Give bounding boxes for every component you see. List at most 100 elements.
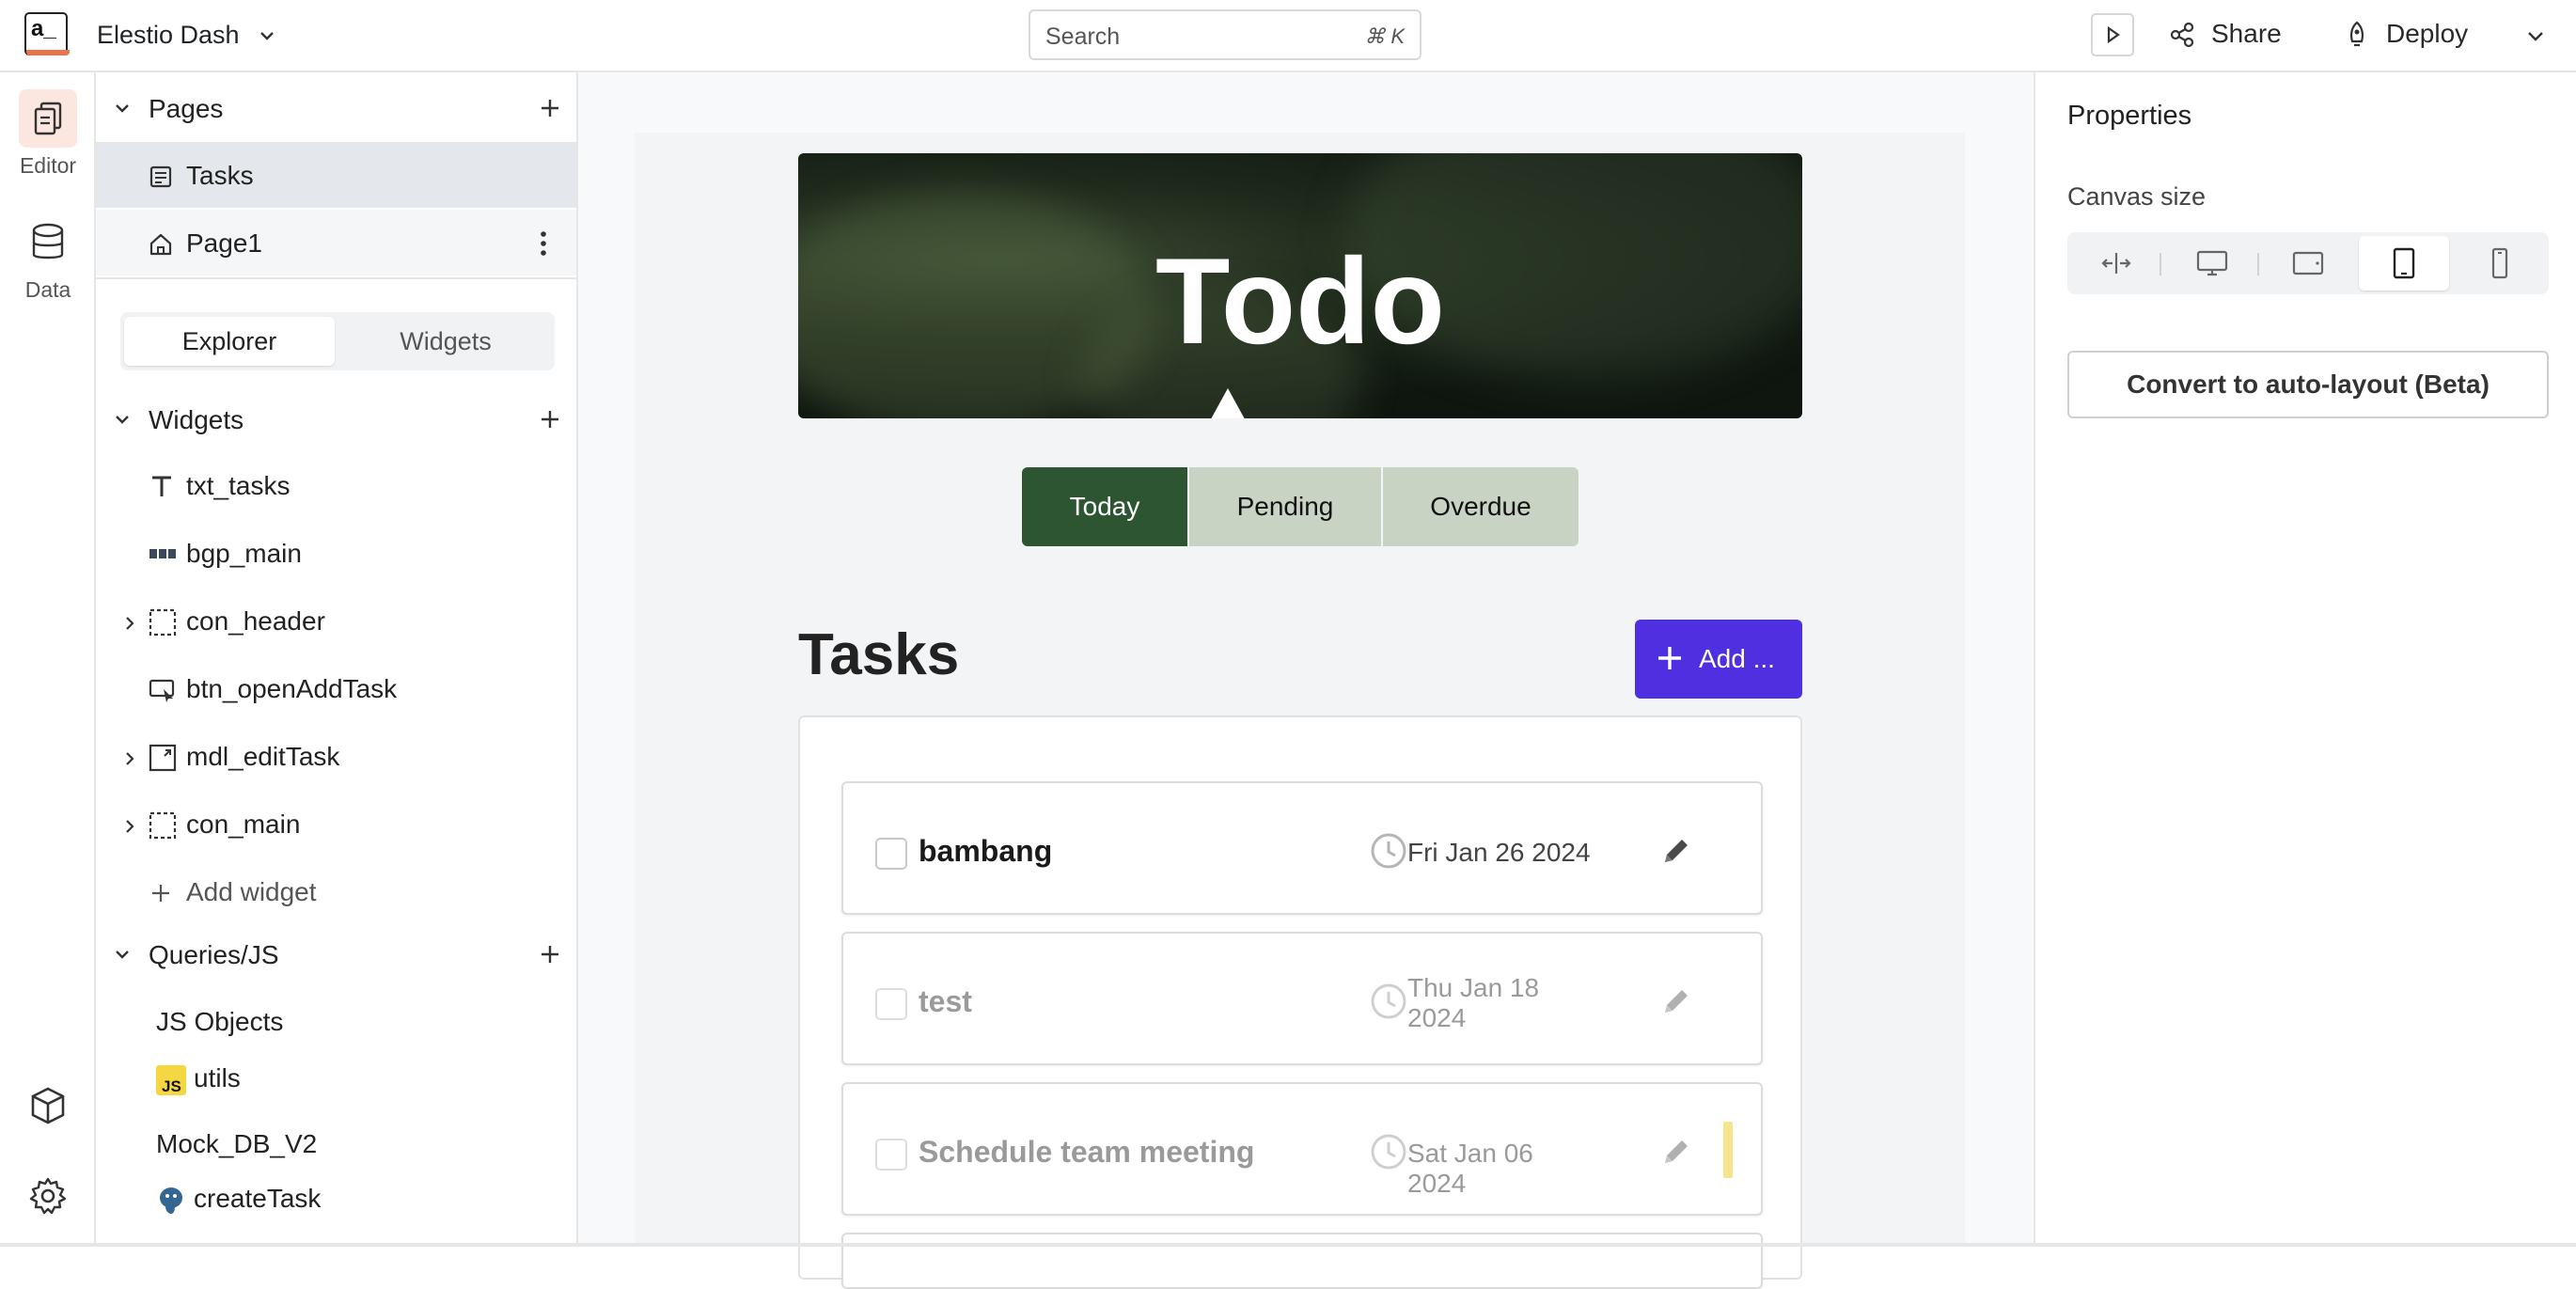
more-vertical-icon[interactable] <box>540 230 547 257</box>
filter-pending-button[interactable]: Pending <box>1189 467 1381 546</box>
logo-text: a_ <box>31 16 56 41</box>
clock-icon <box>1370 982 1407 1020</box>
convert-auto-layout-button[interactable]: Convert to auto-layout (Beta) <box>2067 351 2549 418</box>
task-card[interactable]: test Thu Jan 18 2024 <box>841 932 1763 1065</box>
postgres-icon <box>156 1186 186 1216</box>
canvas-size-selector <box>2067 232 2549 294</box>
pages-title: Pages <box>149 94 224 123</box>
tasks-list: bambang Fri Jan 26 2024 test Thu Jan 18 … <box>798 715 1802 1289</box>
rail-editor-label: Editor <box>19 153 77 178</box>
add-page-icon[interactable] <box>539 97 561 119</box>
filter-today-button[interactable]: Today <box>1022 467 1187 546</box>
properties-panel: Properties Canvas size Convert to auto-l… <box>2034 72 2576 1247</box>
filter-overdue-button[interactable]: Overdue <box>1383 467 1579 546</box>
tablet-landscape-icon[interactable] <box>2263 236 2353 291</box>
container-icon <box>149 608 177 637</box>
left-rail: Editor Data <box>0 72 96 1247</box>
mobile-icon[interactable] <box>2455 236 2545 291</box>
clock-icon <box>1370 1133 1407 1171</box>
add-query-icon[interactable] <box>539 943 561 966</box>
bottom-border <box>0 1243 2576 1247</box>
fluid-icon[interactable] <box>2071 236 2161 291</box>
tablet-icon[interactable] <box>2359 236 2449 291</box>
add-task-button[interactable]: Add ... <box>1635 620 1802 699</box>
widget-item-btn-openaddtask[interactable]: btn_openAddTask <box>96 657 576 723</box>
widget-item-bgp-main[interactable]: bgp_main <box>96 522 576 588</box>
editor-icon <box>19 89 77 148</box>
app-canvas: Todo Today Pending Overdue Tasks Add ...… <box>635 133 1965 1289</box>
pages-section-header[interactable]: Pages <box>96 80 576 136</box>
button-icon <box>149 676 177 704</box>
explorer-sidebar: Pages Tasks Page1 Explorer Widgets Widge… <box>96 72 578 1247</box>
rail-editor[interactable]: Editor <box>0 89 96 179</box>
widgets-section-header[interactable]: Widgets <box>96 391 576 448</box>
tab-explorer[interactable]: Explorer <box>124 317 335 366</box>
chevron-down-icon[interactable] <box>113 945 132 964</box>
hero-title: Todo <box>1155 232 1445 369</box>
deploy-button[interactable]: Deploy <box>2386 19 2468 49</box>
pencil-icon[interactable] <box>1657 1133 1695 1171</box>
js-icon: JS <box>156 1065 186 1095</box>
header-banner[interactable]: Todo <box>798 153 1802 418</box>
page-item-tasks[interactable]: Tasks <box>96 142 576 208</box>
pencil-icon[interactable] <box>1657 832 1695 870</box>
query-item-createtask[interactable]: createTask <box>96 1171 576 1227</box>
widget-item-con-header[interactable]: con_header <box>96 589 576 655</box>
widget-item-con-main[interactable]: con_main <box>96 793 576 858</box>
rail-data[interactable]: Data <box>0 213 96 303</box>
page-item-label: Tasks <box>186 161 254 190</box>
pencil-icon[interactable] <box>1657 982 1695 1020</box>
task-checkbox[interactable] <box>875 1139 907 1171</box>
chevron-down-icon[interactable] <box>113 410 132 429</box>
search-input[interactable]: Search ⌘ K <box>1029 9 1422 60</box>
widget-item-txt-tasks[interactable]: txt_tasks <box>96 454 576 520</box>
tab-widgets[interactable]: Widgets <box>340 317 551 366</box>
task-card[interactable]: bambang Fri Jan 26 2024 <box>841 781 1763 915</box>
chevron-down-icon[interactable] <box>258 26 276 45</box>
hero-subtitle-fragment <box>1207 388 1249 418</box>
button-group-icon <box>149 544 177 563</box>
canvas-size-label: Canvas size <box>2067 182 2207 211</box>
text-icon <box>149 473 175 499</box>
chevron-down-icon[interactable] <box>113 99 132 118</box>
task-card[interactable]: Schedule team meeting Sat Jan 06 2024 <box>841 1082 1763 1216</box>
task-checkbox[interactable] <box>875 838 907 870</box>
task-card[interactable] <box>841 1233 1763 1289</box>
page-item-label: Page1 <box>186 228 262 258</box>
packages-icon[interactable] <box>27 1085 69 1126</box>
js-item-utils[interactable]: JS utils <box>96 1050 576 1107</box>
container-icon <box>149 811 177 840</box>
clock-icon <box>1370 832 1407 870</box>
app-logo[interactable]: a_ <box>24 12 70 55</box>
task-name: Schedule team meeting <box>919 1135 1255 1169</box>
add-widget-label: Add widget <box>186 877 317 906</box>
page-item-page1[interactable]: Page1 <box>96 210 576 275</box>
widget-item-label: bgp_main <box>186 539 302 568</box>
preview-button[interactable] <box>2091 13 2134 56</box>
task-date: Thu Jan 18 2024 <box>1407 973 1540 1032</box>
deploy-menu-chevron-icon[interactable] <box>2525 25 2546 46</box>
widget-item-label: txt_tasks <box>186 471 291 500</box>
chevron-right-icon[interactable] <box>122 614 137 633</box>
chevron-right-icon[interactable] <box>122 749 137 768</box>
add-widget-plus-icon[interactable] <box>539 408 561 431</box>
widget-item-mdl-edittask[interactable]: mdl_editTask <box>96 725 576 791</box>
rocket-icon[interactable] <box>2343 20 2371 50</box>
app-name[interactable]: Elestio Dash <box>97 21 240 50</box>
settings-gear-icon[interactable] <box>27 1175 69 1217</box>
queries-section-header[interactable]: Queries/JS <box>96 926 576 982</box>
widget-item-label: mdl_editTask <box>186 742 340 771</box>
chevron-right-icon[interactable] <box>122 817 137 836</box>
priority-flag <box>1723 1122 1733 1178</box>
desktop-icon[interactable] <box>2167 236 2257 291</box>
task-name: test <box>919 984 972 1018</box>
tasks-heading: Tasks <box>798 622 960 687</box>
share-icon[interactable] <box>2168 21 2196 49</box>
task-checkbox[interactable] <box>875 988 907 1020</box>
js-item-label: utils <box>194 1063 241 1093</box>
share-button[interactable]: Share <box>2211 19 2282 49</box>
svg-text:JS: JS <box>162 1077 181 1095</box>
search-placeholder: Search <box>1045 24 1121 50</box>
add-widget-button[interactable]: Add widget <box>96 860 576 926</box>
rail-data-label: Data <box>24 277 71 302</box>
